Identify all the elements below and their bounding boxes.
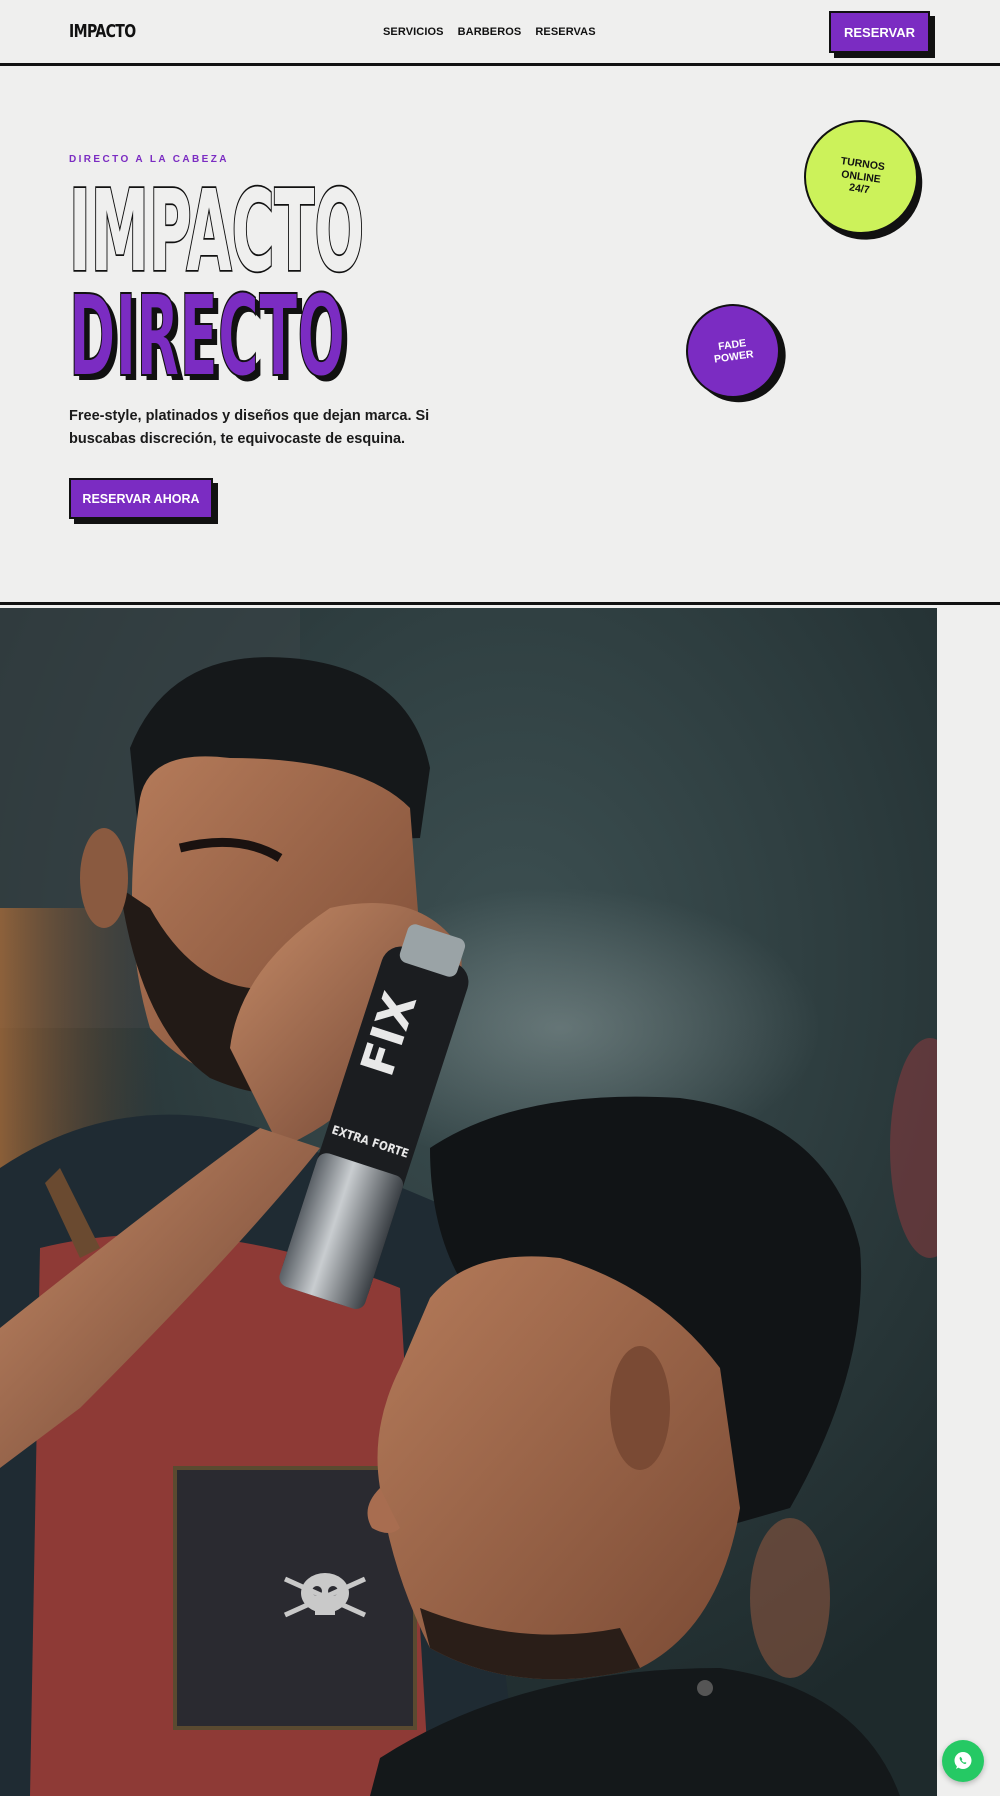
badge-turnos-online: TURNOS ONLINE 24/7 — [796, 112, 926, 242]
reservar-ahora-button[interactable]: RESERVAR AHORA — [69, 478, 213, 519]
hero-description: Free-style, platinados y diseños que dej… — [69, 408, 430, 447]
logo[interactable]: IMPACTO — [69, 21, 136, 42]
nav-links: SERVICIOS BARBEROS RESERVAS — [383, 26, 596, 38]
reservar-button[interactable]: RESERVAR — [829, 11, 930, 53]
nav-link-barberos[interactable]: BARBEROS — [458, 26, 522, 38]
nav-link-servicios[interactable]: SERVICIOS — [383, 26, 444, 38]
hero-title-line2: DIRECTO — [69, 272, 345, 402]
barber-photo-illustration: FIX EXTRA FORTE — [0, 608, 937, 1796]
hero-section: DIRECTO A LA CABEZA IMPACTO DIRECTO DIRE… — [0, 66, 1000, 605]
badge-fade-power: FADE POWER — [679, 297, 787, 405]
whatsapp-icon — [954, 1752, 972, 1769]
hero-eyebrow: DIRECTO A LA CABEZA — [69, 154, 229, 165]
whatsapp-button[interactable] — [942, 1740, 984, 1782]
hero-photo: FIX EXTRA FORTE — [0, 608, 937, 1796]
navbar: IMPACTO SERVICIOS BARBEROS RESERVAS RESE… — [0, 0, 1000, 66]
nav-link-reservas[interactable]: RESERVAS — [535, 26, 595, 38]
